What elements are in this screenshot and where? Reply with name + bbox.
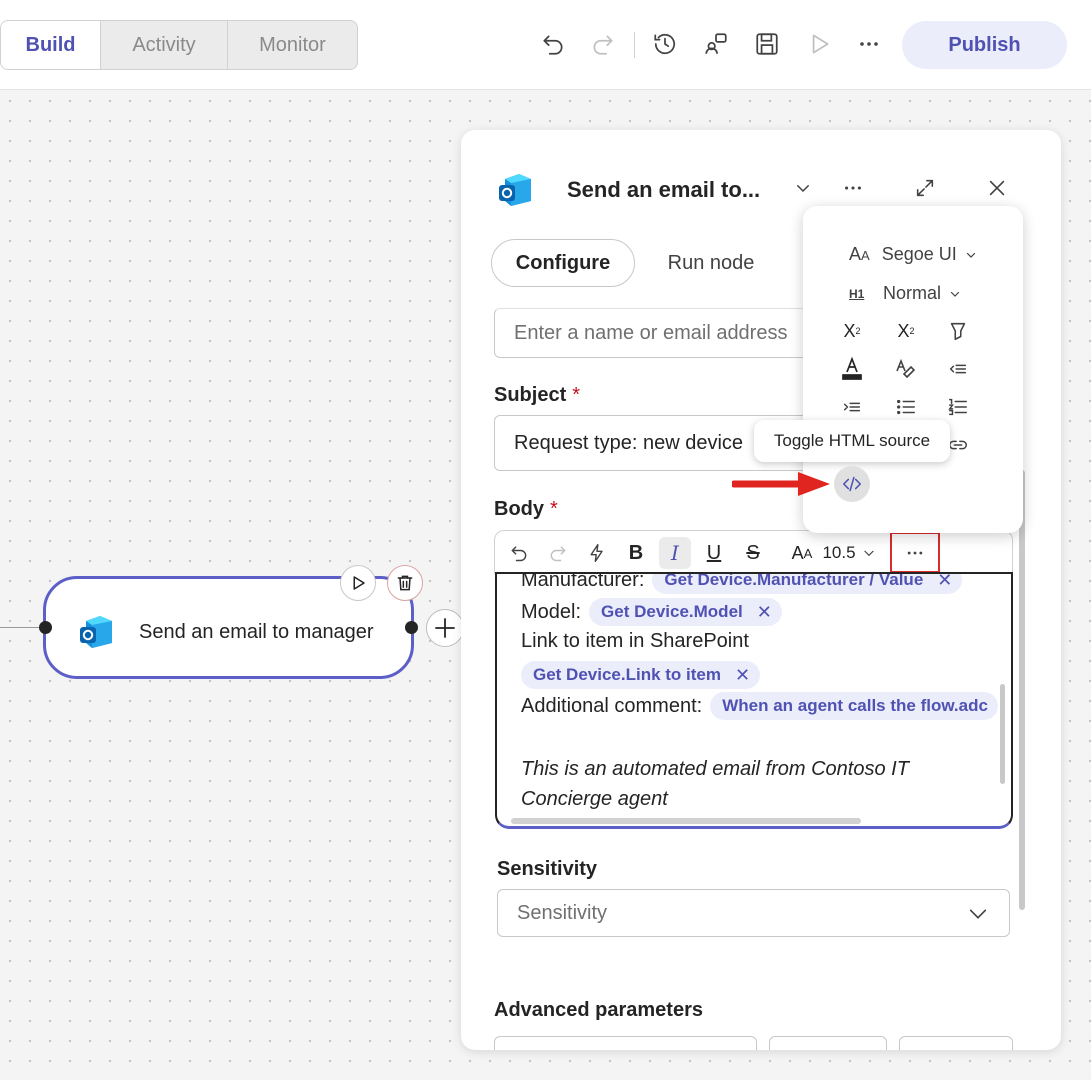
chevron-down-icon[interactable] — [857, 537, 881, 569]
chevron-down-icon — [950, 291, 960, 297]
body-label: Body * — [494, 498, 558, 520]
heading-icon: H1 — [849, 286, 865, 301]
italic-icon[interactable]: I — [659, 537, 691, 569]
expand-icon[interactable] — [911, 174, 939, 202]
bullet-list-icon[interactable] — [891, 392, 921, 422]
close-icon[interactable] — [983, 174, 1011, 202]
horizontal-scrollbar[interactable] — [511, 818, 861, 824]
redo-icon[interactable] — [587, 28, 619, 60]
dynamic-token[interactable]: Get Device.Model ✕ — [589, 598, 782, 626]
font-size-icon[interactable]: AA — [787, 537, 817, 569]
bold-icon[interactable]: B — [620, 537, 652, 569]
font-family-value: Segoe UI — [881, 244, 957, 264]
highlight-icon[interactable] — [943, 316, 973, 346]
toggle-html-source-button[interactable] — [834, 466, 870, 502]
advanced-param-field[interactable] — [769, 1036, 887, 1050]
underline-icon[interactable]: U — [698, 537, 730, 569]
strikethrough-icon[interactable]: S — [737, 537, 769, 569]
subscript-icon[interactable]: X2 — [891, 316, 921, 346]
superscript-icon[interactable]: X2 — [837, 316, 867, 346]
font-icon: AA — [849, 244, 870, 264]
view-tabs: Build Activity Monitor — [0, 20, 358, 70]
numbered-list-icon[interactable] — [943, 392, 973, 422]
font-color-icon[interactable] — [837, 354, 867, 384]
dynamic-token[interactable]: When an agent calls the flow.adc — [710, 692, 998, 720]
redo-icon[interactable] — [542, 537, 574, 569]
heading-select[interactable]: H1 Normal — [849, 283, 961, 304]
publish-button[interactable]: Publish — [902, 21, 1067, 69]
more-icon — [907, 551, 923, 554]
incoming-connector — [0, 627, 44, 628]
sensitivity-dropdown[interactable]: Sensitivity — [497, 889, 1010, 937]
save-icon[interactable] — [751, 28, 783, 60]
history-icon[interactable] — [649, 28, 681, 60]
chevron-down-icon — [966, 252, 975, 258]
lightning-icon[interactable] — [581, 537, 613, 569]
sensitivity-label: Sensitivity — [497, 858, 598, 880]
heading-value: Normal — [883, 283, 942, 303]
body-footer-text: This is an automated email from Contoso … — [521, 758, 909, 810]
body-editor[interactable]: Manufacturer: Get Device.Manufacturer / … — [495, 572, 1013, 829]
panel-title: Send an email to... — [567, 177, 761, 202]
node-output-port[interactable] — [405, 621, 418, 634]
chevron-down-icon — [967, 903, 989, 931]
panel-scrollbar[interactable] — [1019, 470, 1025, 910]
body-line-model: Model: Get Device.Model ✕ — [521, 598, 782, 626]
body-line-comment: Additional comment: When an agent calls … — [521, 692, 998, 720]
chevron-down-icon[interactable] — [789, 174, 817, 202]
more-options-icon[interactable] — [853, 28, 885, 60]
remove-token-icon: ✕ — [735, 664, 751, 685]
body-line-manufacturer: Manufacturer: Get Device.Manufacturer / … — [521, 572, 963, 594]
code-icon — [842, 476, 862, 492]
advanced-param-field[interactable] — [899, 1036, 1013, 1050]
font-family-select[interactable]: AA Segoe UI — [849, 244, 977, 265]
sensitivity-placeholder: Sensitivity — [517, 901, 608, 924]
annotation-arrow — [730, 470, 832, 503]
subject-label: Subject * — [494, 384, 581, 406]
test-run-icon[interactable] — [803, 28, 835, 60]
decrease-indent-icon[interactable] — [943, 354, 973, 384]
dynamic-token[interactable]: Get Device.Link to item ✕ — [521, 661, 761, 689]
editor-more-button[interactable] — [890, 532, 940, 573]
node-input-port[interactable] — [39, 621, 52, 634]
node-title: Send an email to manager — [139, 621, 374, 643]
tab-monitor[interactable]: Monitor — [228, 21, 357, 69]
undo-icon[interactable] — [503, 537, 535, 569]
remove-token-icon: ✕ — [756, 601, 772, 622]
tab-run-node[interactable]: Run node — [651, 239, 771, 287]
more-icon[interactable] — [839, 174, 867, 202]
remove-token-icon: ✕ — [937, 572, 953, 590]
outlook-icon — [495, 170, 535, 210]
vertical-scrollbar[interactable] — [1000, 684, 1005, 784]
subject-value: Request type: new device — [514, 431, 744, 454]
tab-build[interactable]: Build — [1, 21, 101, 69]
toggle-html-tooltip: Toggle HTML source — [754, 420, 950, 462]
increase-indent-icon[interactable] — [837, 392, 867, 422]
delete-node-button[interactable] — [387, 565, 423, 601]
share-icon[interactable] — [700, 28, 732, 60]
tab-configure[interactable]: Configure — [491, 239, 635, 287]
advanced-parameters-label: Advanced parameters — [494, 999, 703, 1021]
body-line-link: Link to item in SharePoint — [521, 630, 749, 652]
clear-format-icon[interactable] — [891, 354, 921, 384]
run-node-button[interactable] — [340, 565, 376, 601]
top-toolbar: Build Activity Monitor Publish — [0, 0, 1091, 90]
font-size-value[interactable]: 10.5 — [817, 537, 861, 569]
undo-icon[interactable] — [537, 28, 569, 60]
outlook-icon — [78, 615, 114, 654]
toolbar-divider — [634, 32, 635, 58]
body-line-link-token: Get Device.Link to item ✕ — [513, 661, 761, 689]
advanced-param-field[interactable] — [494, 1036, 757, 1050]
dynamic-token[interactable]: Get Device.Manufacturer / Value ✕ — [652, 572, 963, 594]
to-field-placeholder: Enter a name or email address — [514, 321, 788, 344]
tab-activity[interactable]: Activity — [101, 21, 228, 69]
add-step-button[interactable] — [426, 609, 464, 647]
